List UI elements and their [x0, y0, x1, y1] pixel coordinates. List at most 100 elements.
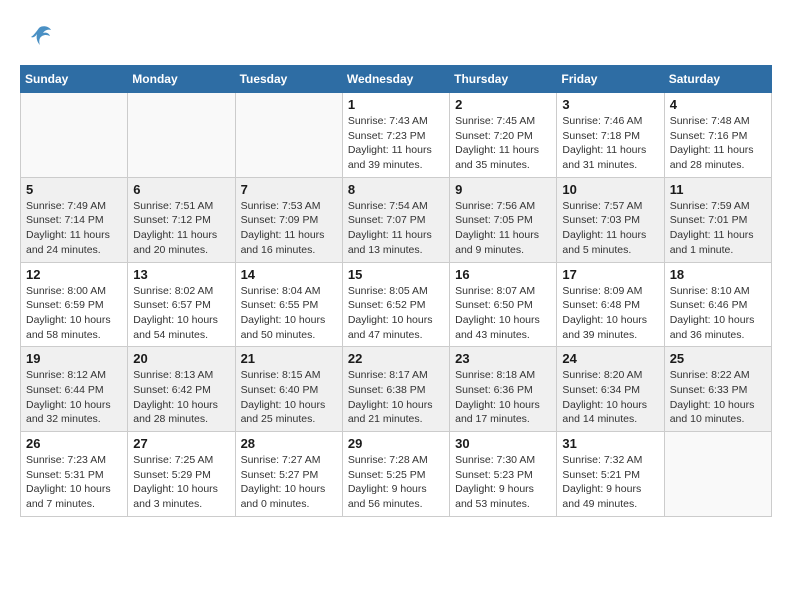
- calendar-cell: [235, 93, 342, 178]
- day-info: Sunrise: 7:56 AM Sunset: 7:05 PM Dayligh…: [455, 199, 551, 258]
- day-info: Sunrise: 8:07 AM Sunset: 6:50 PM Dayligh…: [455, 284, 551, 343]
- day-number: 26: [26, 436, 122, 451]
- calendar-cell: 17 Sunrise: 8:09 AM Sunset: 6:48 PM Dayli…: [557, 262, 664, 347]
- calendar-cell: 19 Sunrise: 8:12 AM Sunset: 6:44 PM Dayli…: [21, 347, 128, 432]
- day-number: 11: [670, 182, 766, 197]
- calendar-week-2: 5 Sunrise: 7:49 AM Sunset: 7:14 PM Daylig…: [21, 177, 772, 262]
- calendar-cell: 31 Sunrise: 7:32 AM Sunset: 5:21 PM Dayli…: [557, 432, 664, 517]
- calendar-cell: 27 Sunrise: 7:25 AM Sunset: 5:29 PM Dayli…: [128, 432, 235, 517]
- day-number: 8: [348, 182, 444, 197]
- day-info: Sunrise: 8:12 AM Sunset: 6:44 PM Dayligh…: [26, 368, 122, 427]
- day-info: Sunrise: 7:51 AM Sunset: 7:12 PM Dayligh…: [133, 199, 229, 258]
- day-number: 30: [455, 436, 551, 451]
- day-number: 29: [348, 436, 444, 451]
- day-info: Sunrise: 7:49 AM Sunset: 7:14 PM Dayligh…: [26, 199, 122, 258]
- logo: [20, 20, 54, 55]
- day-info: Sunrise: 8:09 AM Sunset: 6:48 PM Dayligh…: [562, 284, 658, 343]
- calendar-cell: 7 Sunrise: 7:53 AM Sunset: 7:09 PM Daylig…: [235, 177, 342, 262]
- day-number: 5: [26, 182, 122, 197]
- day-info: Sunrise: 8:13 AM Sunset: 6:42 PM Dayligh…: [133, 368, 229, 427]
- calendar-cell: 12 Sunrise: 8:00 AM Sunset: 6:59 PM Dayli…: [21, 262, 128, 347]
- calendar-cell: 18Sunrise: 8:10 AM Sunset: 6:46 PM Dayli…: [664, 262, 771, 347]
- calendar-cell: 21 Sunrise: 8:15 AM Sunset: 6:40 PM Dayli…: [235, 347, 342, 432]
- day-info: Sunrise: 8:18 AM Sunset: 6:36 PM Dayligh…: [455, 368, 551, 427]
- weekday-header-saturday: Saturday: [664, 66, 771, 93]
- calendar-cell: 22 Sunrise: 8:17 AM Sunset: 6:38 PM Dayli…: [342, 347, 449, 432]
- calendar-cell: 23 Sunrise: 8:18 AM Sunset: 6:36 PM Dayli…: [450, 347, 557, 432]
- calendar-cell: 29 Sunrise: 7:28 AM Sunset: 5:25 PM Dayli…: [342, 432, 449, 517]
- weekday-header-thursday: Thursday: [450, 66, 557, 93]
- logo-bird-icon: [24, 20, 54, 50]
- calendar-header-row: SundayMondayTuesdayWednesdayThursdayFrid…: [21, 66, 772, 93]
- calendar-week-1: 1 Sunrise: 7:43 AM Sunset: 7:23 PM Daylig…: [21, 93, 772, 178]
- day-number: 7: [241, 182, 337, 197]
- calendar-week-4: 19 Sunrise: 8:12 AM Sunset: 6:44 PM Dayli…: [21, 347, 772, 432]
- day-number: 9: [455, 182, 551, 197]
- day-info: Sunrise: 7:59 AM Sunset: 7:01 PM Dayligh…: [670, 199, 766, 258]
- day-number: 20: [133, 351, 229, 366]
- day-info: Sunrise: 8:04 AM Sunset: 6:55 PM Dayligh…: [241, 284, 337, 343]
- calendar-cell: 4 Sunrise: 7:48 AM Sunset: 7:16 PM Daylig…: [664, 93, 771, 178]
- day-number: 31: [562, 436, 658, 451]
- calendar-cell: 1 Sunrise: 7:43 AM Sunset: 7:23 PM Daylig…: [342, 93, 449, 178]
- calendar-table: SundayMondayTuesdayWednesdayThursdayFrid…: [20, 65, 772, 517]
- day-number: 27: [133, 436, 229, 451]
- calendar-cell: [128, 93, 235, 178]
- day-number: 17: [562, 267, 658, 282]
- day-info: Sunrise: 7:46 AM Sunset: 7:18 PM Dayligh…: [562, 114, 658, 173]
- calendar-cell: [664, 432, 771, 517]
- day-number: 10: [562, 182, 658, 197]
- day-info: Sunrise: 7:32 AM Sunset: 5:21 PM Dayligh…: [562, 453, 658, 512]
- calendar-cell: 3 Sunrise: 7:46 AM Sunset: 7:18 PM Daylig…: [557, 93, 664, 178]
- day-info: Sunrise: 8:00 AM Sunset: 6:59 PM Dayligh…: [26, 284, 122, 343]
- day-info: Sunrise: 8:02 AM Sunset: 6:57 PM Dayligh…: [133, 284, 229, 343]
- calendar-cell: 20 Sunrise: 8:13 AM Sunset: 6:42 PM Dayli…: [128, 347, 235, 432]
- calendar-cell: 9 Sunrise: 7:56 AM Sunset: 7:05 PM Daylig…: [450, 177, 557, 262]
- day-info: Sunrise: 7:28 AM Sunset: 5:25 PM Dayligh…: [348, 453, 444, 512]
- calendar-cell: 16 Sunrise: 8:07 AM Sunset: 6:50 PM Dayli…: [450, 262, 557, 347]
- weekday-header-wednesday: Wednesday: [342, 66, 449, 93]
- day-number: 19: [26, 351, 122, 366]
- day-number: 4: [670, 97, 766, 112]
- day-number: 2: [455, 97, 551, 112]
- day-number: 25: [670, 351, 766, 366]
- day-number: 23: [455, 351, 551, 366]
- day-info: Sunrise: 8:05 AM Sunset: 6:52 PM Dayligh…: [348, 284, 444, 343]
- day-number: 1: [348, 97, 444, 112]
- day-number: 16: [455, 267, 551, 282]
- calendar-cell: 2Sunrise: 7:45 AM Sunset: 7:20 PM Daylig…: [450, 93, 557, 178]
- calendar-cell: [21, 93, 128, 178]
- weekday-header-monday: Monday: [128, 66, 235, 93]
- calendar-cell: 5 Sunrise: 7:49 AM Sunset: 7:14 PM Daylig…: [21, 177, 128, 262]
- calendar-cell: 10Sunrise: 7:57 AM Sunset: 7:03 PM Dayli…: [557, 177, 664, 262]
- day-info: Sunrise: 7:25 AM Sunset: 5:29 PM Dayligh…: [133, 453, 229, 512]
- weekday-header-tuesday: Tuesday: [235, 66, 342, 93]
- day-info: Sunrise: 7:30 AM Sunset: 5:23 PM Dayligh…: [455, 453, 551, 512]
- day-number: 3: [562, 97, 658, 112]
- day-info: Sunrise: 8:20 AM Sunset: 6:34 PM Dayligh…: [562, 368, 658, 427]
- weekday-header-sunday: Sunday: [21, 66, 128, 93]
- day-number: 18: [670, 267, 766, 282]
- day-info: Sunrise: 8:15 AM Sunset: 6:40 PM Dayligh…: [241, 368, 337, 427]
- calendar-cell: 6 Sunrise: 7:51 AM Sunset: 7:12 PM Daylig…: [128, 177, 235, 262]
- day-number: 22: [348, 351, 444, 366]
- day-info: Sunrise: 7:53 AM Sunset: 7:09 PM Dayligh…: [241, 199, 337, 258]
- day-info: Sunrise: 8:22 AM Sunset: 6:33 PM Dayligh…: [670, 368, 766, 427]
- calendar-cell: 28Sunrise: 7:27 AM Sunset: 5:27 PM Dayli…: [235, 432, 342, 517]
- day-number: 14: [241, 267, 337, 282]
- calendar-cell: 30 Sunrise: 7:30 AM Sunset: 5:23 PM Dayli…: [450, 432, 557, 517]
- calendar-week-3: 12 Sunrise: 8:00 AM Sunset: 6:59 PM Dayli…: [21, 262, 772, 347]
- day-info: Sunrise: 7:48 AM Sunset: 7:16 PM Dayligh…: [670, 114, 766, 173]
- day-number: 12: [26, 267, 122, 282]
- calendar-cell: 11 Sunrise: 7:59 AM Sunset: 7:01 PM Dayli…: [664, 177, 771, 262]
- day-number: 21: [241, 351, 337, 366]
- page-header: [20, 20, 772, 55]
- day-number: 24: [562, 351, 658, 366]
- day-info: Sunrise: 8:17 AM Sunset: 6:38 PM Dayligh…: [348, 368, 444, 427]
- day-info: Sunrise: 7:43 AM Sunset: 7:23 PM Dayligh…: [348, 114, 444, 173]
- calendar-cell: 25 Sunrise: 8:22 AM Sunset: 6:33 PM Dayli…: [664, 347, 771, 432]
- calendar-cell: 26Sunrise: 7:23 AM Sunset: 5:31 PM Dayli…: [21, 432, 128, 517]
- day-info: Sunrise: 7:54 AM Sunset: 7:07 PM Dayligh…: [348, 199, 444, 258]
- day-number: 6: [133, 182, 229, 197]
- day-number: 13: [133, 267, 229, 282]
